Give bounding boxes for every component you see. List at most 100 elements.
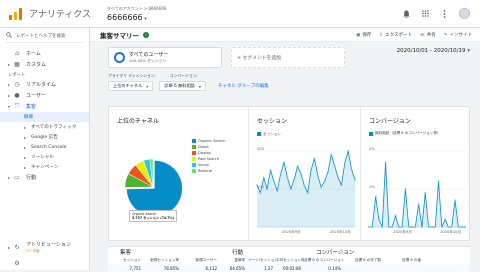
table-column-header[interactable]: セッション <box>108 258 144 263</box>
more-vert-icon[interactable] <box>440 9 448 18</box>
search-box[interactable]: レポートとヘルプを検索 <box>6 32 83 43</box>
data-point[interactable] <box>266 188 269 190</box>
table-column-header[interactable]: 新規ユーザー <box>182 258 220 263</box>
data-point[interactable] <box>313 157 316 160</box>
data-point[interactable] <box>381 226 384 228</box>
sidebar-item-settings[interactable]: ⚙ <box>0 256 90 270</box>
account-selector[interactable]: すべてのアカウント > 6666666 6666666 <box>107 6 166 22</box>
data-point[interactable] <box>404 188 407 190</box>
data-point[interactable] <box>276 190 279 192</box>
data-point[interactable] <box>262 176 265 179</box>
insights-button[interactable]: ✎ インサイト <box>444 32 472 38</box>
data-point[interactable] <box>417 203 420 206</box>
data-point[interactable] <box>303 184 306 187</box>
conversions-line-chart[interactable]: 2% 1% 2020年9月 2020年10月 <box>361 107 471 242</box>
sidebar-item-realtime[interactable]: ▸ ◷ リアルタイム <box>0 79 89 90</box>
data-point[interactable] <box>327 171 329 173</box>
sidebar-item-users[interactable]: ▸ ● ユーザー <box>0 90 89 101</box>
data-point[interactable] <box>289 188 292 190</box>
sidebar-item-attribution[interactable]: ▸ ↻ アトリビューション ベータ版 <box>0 238 90 256</box>
data-point[interactable] <box>414 226 417 228</box>
sidebar-item-home[interactable]: ⌂ ホーム <box>0 48 89 59</box>
data-point[interactable] <box>354 178 356 181</box>
data-point[interactable] <box>411 226 413 228</box>
notifications-icon[interactable] <box>402 10 410 18</box>
add-segment-button[interactable]: + セグメントを追加 <box>231 47 345 68</box>
data-point[interactable] <box>394 214 397 217</box>
data-point[interactable] <box>279 172 282 175</box>
sidebar-item-custom[interactable]: ▸ ▦ カスタム <box>0 59 89 70</box>
data-point[interactable] <box>421 226 423 228</box>
data-point[interactable] <box>310 169 312 171</box>
data-point[interactable] <box>323 180 326 183</box>
apps-grid-icon[interactable] <box>421 10 429 18</box>
data-point[interactable] <box>330 153 333 156</box>
data-point[interactable] <box>259 191 262 194</box>
sidebar-item-acquisition[interactable]: ▾ ⤧ 集客 <box>0 101 89 112</box>
property-name[interactable]: 6666666 <box>107 13 166 22</box>
sidebar-subitem-overview[interactable]: 概要 <box>0 112 89 122</box>
data-point[interactable] <box>427 226 430 228</box>
primary-dimension-select[interactable]: 上位のチャネル <box>108 81 154 91</box>
save-button[interactable]: ▣ 保存 <box>356 32 371 38</box>
sidebar-subitem-campaigns[interactable]: ▸ キャンペーン <box>0 162 89 172</box>
data-point[interactable] <box>384 161 387 164</box>
data-point[interactable] <box>444 218 447 221</box>
sessions-line-chart[interactable]: 2001002020年9月 2020年10月 <box>249 107 361 242</box>
data-point[interactable] <box>269 169 272 171</box>
sidebar-subitem-all-traffic[interactable]: ▸ すべてのトラフィック <box>0 122 89 132</box>
data-point[interactable] <box>316 174 319 177</box>
data-point[interactable] <box>371 226 374 228</box>
data-point[interactable] <box>440 226 443 228</box>
user-avatar[interactable] <box>459 8 470 19</box>
data-point[interactable] <box>460 226 463 228</box>
table-column-header[interactable]: 直帰率 <box>220 258 248 263</box>
table-column-header[interactable]: 目標 6 の完了数 <box>344 258 384 263</box>
sidebar-item-behavior[interactable]: ▸ ▭ 行動 <box>0 172 89 183</box>
sidebar-subitem-google-ads[interactable]: ▸ Google 広告 <box>0 132 89 142</box>
table-column-header[interactable]: 目標 6 の値 <box>384 258 424 263</box>
data-point[interactable] <box>407 226 410 228</box>
data-point[interactable] <box>447 226 450 228</box>
analytics-logo-icon[interactable] <box>9 7 23 20</box>
data-point[interactable] <box>300 172 302 175</box>
data-point[interactable] <box>437 180 440 183</box>
data-point[interactable] <box>457 226 460 228</box>
conversion-select[interactable]: 診断 6 無料相談 <box>159 81 206 91</box>
data-point[interactable] <box>340 184 343 187</box>
table-column-header[interactable]: 平均セッション時間 <box>276 258 304 263</box>
data-point[interactable] <box>337 176 340 179</box>
legend-item[interactable]: Referral <box>192 168 225 174</box>
segment-all-users[interactable]: すべてのユーザー 100.00% セッション <box>108 47 222 68</box>
data-point[interactable] <box>397 226 400 228</box>
data-point[interactable] <box>378 218 380 221</box>
share-button[interactable]: ≪ 共有 <box>420 32 436 38</box>
data-point[interactable] <box>306 191 309 194</box>
table-column-header[interactable]: ページ/セッション <box>248 258 276 263</box>
data-point[interactable] <box>374 195 377 198</box>
export-button[interactable]: ⇪ エクスポート <box>379 32 412 38</box>
data-point[interactable] <box>272 180 275 183</box>
data-point[interactable] <box>283 161 285 164</box>
edit-channel-group-link[interactable]: チャネル グループの編集 <box>218 83 269 89</box>
sidebar-subitem-search-console[interactable]: ▸ Search Console <box>0 142 89 152</box>
data-point[interactable] <box>350 169 353 171</box>
data-point[interactable] <box>391 226 394 228</box>
data-point[interactable] <box>333 165 336 168</box>
data-point[interactable] <box>296 165 299 168</box>
data-point[interactable] <box>368 226 370 228</box>
data-point[interactable] <box>450 226 453 228</box>
table-column-header[interactable]: 目標 6 のコンバージョン率 <box>304 258 344 263</box>
data-point[interactable] <box>387 226 390 228</box>
date-range-picker[interactable]: 2020/10/01 - 2020/10/19 <box>397 48 470 54</box>
data-point[interactable] <box>464 226 466 228</box>
data-point[interactable] <box>347 150 350 152</box>
data-point[interactable] <box>293 178 296 181</box>
data-point[interactable] <box>434 226 437 228</box>
data-point[interactable] <box>424 191 427 194</box>
data-point[interactable] <box>343 161 346 164</box>
data-point[interactable] <box>256 184 258 187</box>
data-point[interactable] <box>430 226 433 228</box>
table-column-header[interactable]: 新規セッション率 <box>144 258 182 263</box>
data-point[interactable] <box>454 199 456 202</box>
